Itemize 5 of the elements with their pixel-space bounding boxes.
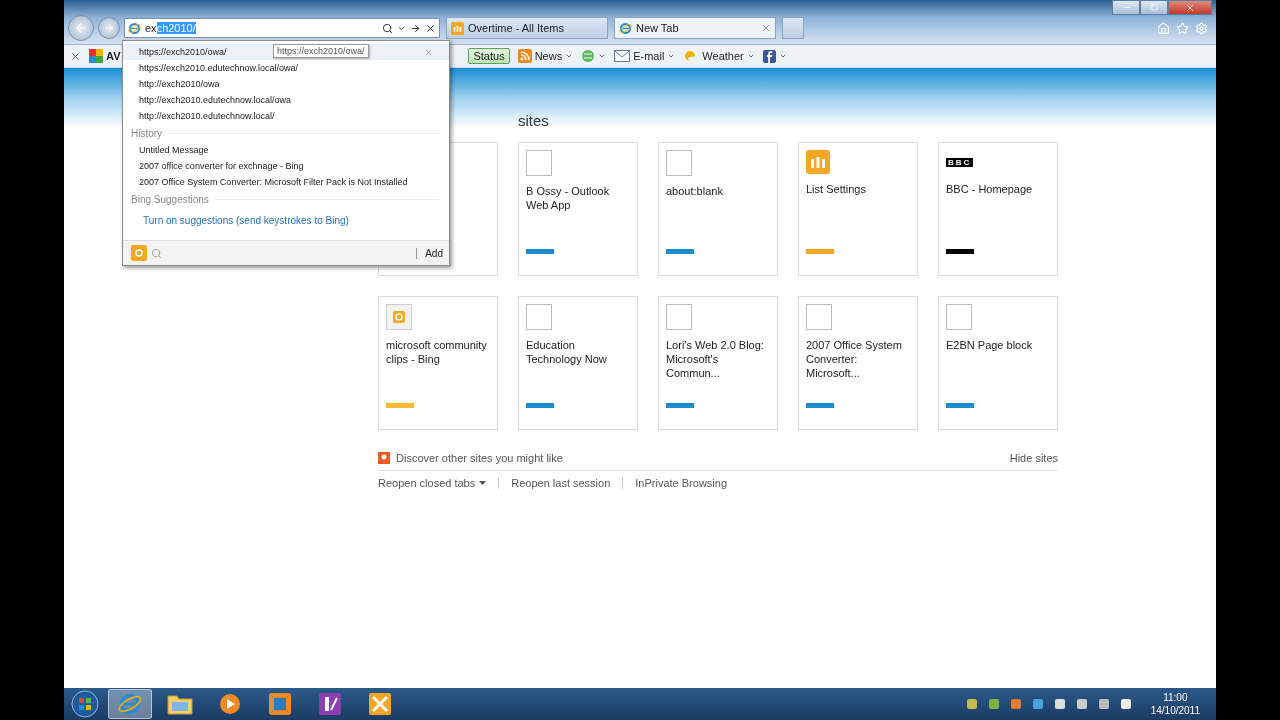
tooltip: https://exch2010/owa/ [273,44,369,58]
section-label: History [131,127,163,139]
section-heading: sites [518,112,550,131]
site-logo: BBC [946,157,974,167]
section-label: Bing Suggestions [131,193,209,205]
